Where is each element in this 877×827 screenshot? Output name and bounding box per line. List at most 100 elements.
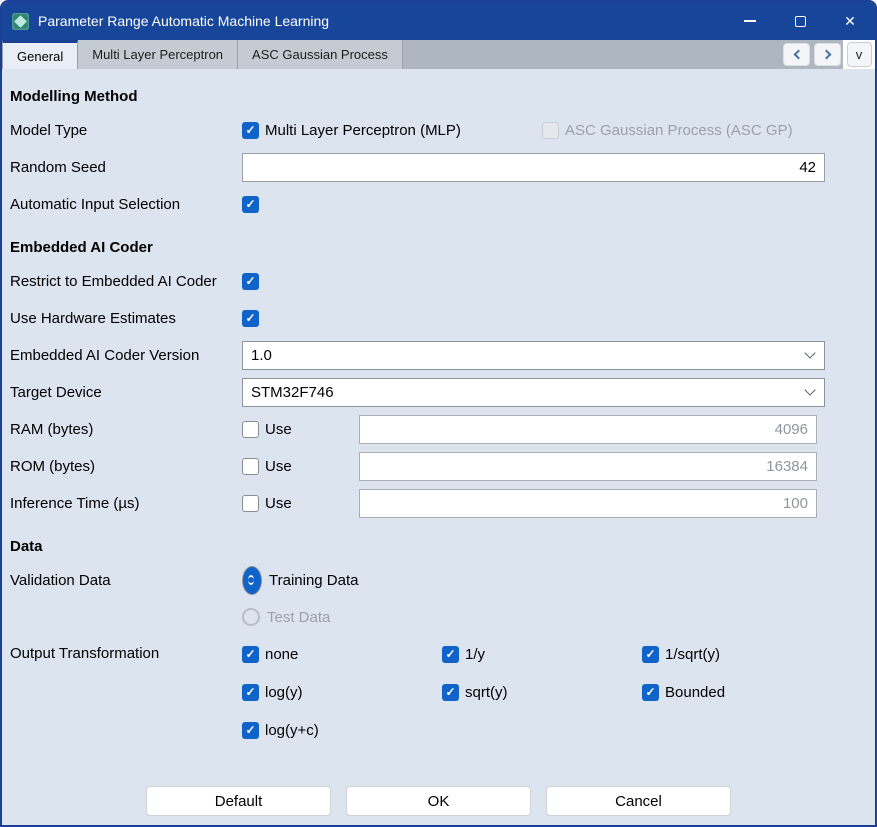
test-data-row: Test Data <box>10 602 867 632</box>
target-device-control: STM32F746 <box>242 378 825 407</box>
check-icon: ✓ <box>245 124 255 136</box>
transformation-cell: ✓ sqrt(y) <box>442 677 642 707</box>
check-icon: ✓ <box>245 275 255 287</box>
transformation-cell: ✓ log(y) <box>242 677 442 707</box>
close-button[interactable]: ✕ <box>825 2 875 40</box>
window-title: Parameter Range Automatic Machine Learni… <box>38 13 329 29</box>
target-device-select[interactable]: STM32F746 <box>242 378 825 407</box>
ram-control: Use 4096 <box>242 415 825 444</box>
random-seed-control: 42 <box>242 153 825 182</box>
close-icon: ✕ <box>844 14 856 28</box>
auto-input-selection-checkbox[interactable]: ✓ <box>242 196 259 213</box>
transformation-log-y-plus-c-checkbox[interactable]: ✓ log(y+c) <box>242 722 319 739</box>
inference-time-input: 100 <box>359 489 817 518</box>
maximize-button[interactable] <box>775 2 825 40</box>
mlp-checkbox[interactable]: ✓ Multi Layer Perceptron (MLP) <box>242 122 542 139</box>
coder-version-value: 1.0 <box>251 347 272 364</box>
transformation-cell: ✓ 1/y <box>442 639 642 669</box>
transformation-1-over-y-checkbox[interactable]: ✓ 1/y <box>442 646 485 663</box>
training-data-radio-label: Training Data <box>269 572 359 589</box>
target-device-value: STM32F746 <box>251 384 334 401</box>
auto-input-selection-row: Automatic Input Selection ✓ <box>10 189 867 219</box>
transformation-cell: ✓ log(y+c) <box>242 715 442 745</box>
chevron-down-icon <box>804 384 815 395</box>
rom-label: ROM (bytes) <box>10 458 242 475</box>
tab-scroll-left-button[interactable] <box>783 43 810 66</box>
dialog-button-row: Default OK Cancel <box>10 786 867 816</box>
app-icon <box>12 13 29 30</box>
validation-data-control: Training Data <box>242 566 825 595</box>
chevron-left-icon <box>793 50 803 60</box>
check-icon: ✓ <box>445 648 455 660</box>
tab-navigation: v <box>781 40 875 69</box>
checkbox-icon: ✓ <box>642 684 659 701</box>
transformation-1-over-sqrt-y-label: 1/sqrt(y) <box>665 646 720 663</box>
check-icon: ✓ <box>245 686 255 698</box>
random-seed-label: Random Seed <box>10 159 242 176</box>
training-data-radio[interactable]: Training Data <box>242 566 359 595</box>
tab-asc-gaussian-process[interactable]: ASC Gaussian Process <box>238 40 403 69</box>
checkbox-icon: ✓ <box>442 646 459 663</box>
cancel-button[interactable]: Cancel <box>546 786 731 816</box>
rom-use-checkbox-icon <box>242 458 259 475</box>
hardware-estimates-row: Use Hardware Estimates ✓ <box>10 303 867 333</box>
ok-button[interactable]: OK <box>346 786 531 816</box>
model-type-label: Model Type <box>10 122 242 139</box>
tab-multi-layer-perceptron[interactable]: Multi Layer Perceptron <box>78 40 238 69</box>
modelling-method-section-title: Modelling Method <box>10 88 867 105</box>
minimize-button[interactable] <box>725 2 775 40</box>
data-section-title: Data <box>10 538 867 555</box>
inference-time-use-checkbox-icon <box>242 495 259 512</box>
rom-use-checkbox[interactable]: Use <box>242 458 359 475</box>
hardware-estimates-label: Use Hardware Estimates <box>10 310 242 327</box>
tab-general[interactable]: General <box>2 40 78 69</box>
transformation-bounded-checkbox[interactable]: ✓ Bounded <box>642 684 725 701</box>
inference-time-row: Inference Time (µs) Use 100 <box>10 488 867 518</box>
check-icon: ✓ <box>645 686 655 698</box>
tab-scroll-right-button[interactable] <box>814 43 841 66</box>
restrict-embedded-checkbox[interactable]: ✓ <box>242 273 259 290</box>
inference-time-use-checkbox[interactable]: Use <box>242 495 359 512</box>
radio-dot <box>248 577 254 583</box>
test-data-radio: Test Data <box>242 608 330 626</box>
inference-time-label: Inference Time (µs) <box>10 495 242 512</box>
transformation-bounded-label: Bounded <box>665 684 725 701</box>
coder-version-row: Embedded AI Coder Version 1.0 <box>10 340 867 370</box>
embedded-ai-coder-section-title: Embedded AI Coder <box>10 239 867 256</box>
test-data-control: Test Data <box>242 608 825 626</box>
asc-gp-checkbox-label: ASC Gaussian Process (ASC GP) <box>565 122 793 139</box>
app-logo-diamond <box>14 15 27 28</box>
chevron-right-icon <box>821 50 831 60</box>
transformation-log-y-checkbox[interactable]: ✓ log(y) <box>242 684 303 701</box>
transformation-none-label: none <box>265 646 298 663</box>
target-device-row: Target Device STM32F746 <box>10 377 867 407</box>
checkbox-icon: ✓ <box>242 684 259 701</box>
mlp-checkbox-label: Multi Layer Perceptron (MLP) <box>265 122 461 139</box>
inference-time-control: Use 100 <box>242 489 825 518</box>
restrict-embedded-control: ✓ <box>242 273 825 290</box>
transformation-1-over-sqrt-y-checkbox[interactable]: ✓ 1/sqrt(y) <box>642 646 720 663</box>
hardware-estimates-checkbox[interactable]: ✓ <box>242 310 259 327</box>
transformation-sqrt-y-checkbox[interactable]: ✓ sqrt(y) <box>442 684 508 701</box>
tab-bar: General Multi Layer Perceptron ASC Gauss… <box>2 40 875 69</box>
coder-version-select[interactable]: 1.0 <box>242 341 825 370</box>
tab-list-button[interactable]: v <box>847 42 872 67</box>
transformation-none-checkbox[interactable]: ✓ none <box>242 646 298 663</box>
transformation-1-over-y-label: 1/y <box>465 646 485 663</box>
model-type-row: Model Type ✓ Multi Layer Perceptron (MLP… <box>10 115 867 145</box>
default-button[interactable]: Default <box>146 786 331 816</box>
ram-input: 4096 <box>359 415 817 444</box>
target-device-label: Target Device <box>10 384 242 401</box>
transformation-log-y-label: log(y) <box>265 684 303 701</box>
validation-data-row: Validation Data Training Data <box>10 565 867 595</box>
transformation-cell: ✓ Bounded <box>642 677 842 707</box>
transformation-cell: ✓ 1/sqrt(y) <box>642 639 842 669</box>
mlp-checkbox-icon: ✓ <box>242 122 259 139</box>
output-transformation-control: ✓ none ✓ 1/y ✓ 1/sqrt(y) <box>242 639 842 745</box>
chevron-down-icon <box>804 347 815 358</box>
random-seed-input[interactable]: 42 <box>242 153 825 182</box>
ram-use-checkbox[interactable]: Use <box>242 421 359 438</box>
rom-use-label: Use <box>265 458 292 475</box>
output-transformation-grid: ✓ none ✓ 1/y ✓ 1/sqrt(y) <box>242 639 842 745</box>
maximize-icon <box>795 16 806 27</box>
